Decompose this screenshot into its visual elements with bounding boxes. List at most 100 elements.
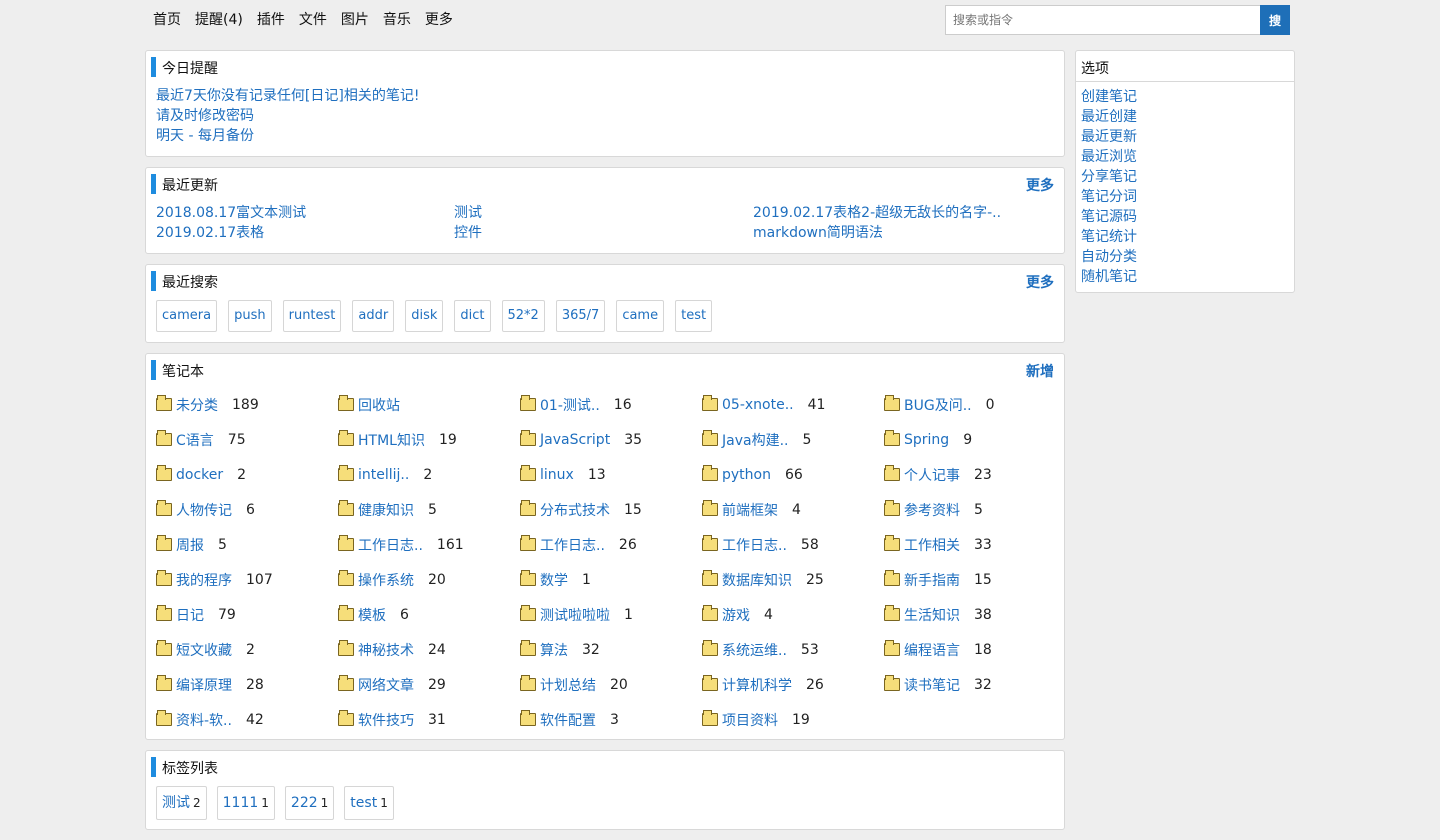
- notebook-link[interactable]: 读书笔记: [904, 675, 960, 695]
- notebook-link[interactable]: 周报: [176, 535, 204, 555]
- notebook-link[interactable]: 项目资料: [722, 710, 778, 730]
- notebook-link[interactable]: C语言: [176, 430, 214, 450]
- notebook-link[interactable]: 操作系统: [358, 570, 414, 590]
- option-note-tokenize[interactable]: 笔记分词: [1081, 187, 1289, 207]
- notebook-link[interactable]: 编程语言: [904, 640, 960, 660]
- search-term-chip[interactable]: disk: [405, 300, 444, 332]
- search-input[interactable]: [945, 5, 1260, 35]
- notebook-link[interactable]: 05-xnote..: [722, 397, 794, 413]
- option-create-note[interactable]: 创建笔记: [1081, 87, 1289, 107]
- search-term-chip[interactable]: 365/7: [555, 300, 606, 332]
- nav-reminders[interactable]: 提醒(4): [195, 9, 243, 29]
- notebook-link[interactable]: python: [722, 467, 771, 483]
- recent-note-link[interactable]: markdown简明语法: [753, 223, 1053, 243]
- recent-note-link[interactable]: 2018.08.17富文本测试: [156, 203, 454, 223]
- notebook-item: Spring 9: [884, 422, 1066, 457]
- option-share-note[interactable]: 分享笔记: [1081, 167, 1289, 187]
- recent-note-link[interactable]: 2019.02.17表格2-超级无敌长的名字-..: [753, 203, 1053, 223]
- option-recent-created[interactable]: 最近创建: [1081, 107, 1289, 127]
- option-note-source[interactable]: 笔记源码: [1081, 207, 1289, 227]
- reminder-item[interactable]: 明天 - 每月备份: [156, 126, 1054, 146]
- tag-chip[interactable]: test 1: [344, 786, 394, 820]
- notebook-link[interactable]: 我的程序: [176, 570, 232, 590]
- search-term-chip[interactable]: came: [616, 300, 665, 332]
- notebook-link[interactable]: Java构建..: [722, 430, 788, 450]
- notebook-link[interactable]: 工作日志..: [722, 535, 787, 555]
- notebook-link[interactable]: 数据库知识: [722, 570, 792, 590]
- notebook-link[interactable]: 分布式技术: [540, 500, 610, 520]
- tag-chip[interactable]: 1111 1: [216, 786, 275, 820]
- notebook-link[interactable]: 模板: [358, 605, 386, 625]
- option-random-note[interactable]: 随机笔记: [1081, 267, 1289, 287]
- notebook-link[interactable]: 资料-软..: [176, 710, 232, 730]
- search-term-chip[interactable]: dict: [454, 300, 491, 332]
- notebook-link[interactable]: docker: [176, 467, 223, 483]
- notebook-link[interactable]: 短文收藏: [176, 640, 232, 660]
- nav-plugins[interactable]: 插件: [257, 9, 285, 29]
- folder-icon: [156, 465, 172, 481]
- search-term-chip[interactable]: addr: [352, 300, 395, 332]
- notebook-count: 38: [974, 606, 992, 623]
- search-term-chip[interactable]: 52*2: [501, 300, 545, 332]
- tag-chip[interactable]: 测试 2: [156, 786, 207, 820]
- notebook-link[interactable]: JavaScript: [540, 432, 610, 448]
- notebook-link[interactable]: 参考资料: [904, 500, 960, 520]
- notebook-link[interactable]: 回收站: [358, 395, 400, 415]
- notebook-link[interactable]: 01-测试..: [540, 395, 600, 415]
- option-note-stats[interactable]: 笔记统计: [1081, 227, 1289, 247]
- search-button[interactable]: 搜: [1260, 5, 1290, 35]
- reminder-item[interactable]: 最近7天你没有记录任何[日记]相关的笔记!: [156, 86, 1054, 106]
- nav-home[interactable]: 首页: [153, 9, 181, 29]
- notebook-link[interactable]: 新手指南: [904, 570, 960, 590]
- folder-icon: [156, 500, 172, 516]
- notebook-link[interactable]: 编译原理: [176, 675, 232, 695]
- notebook-link[interactable]: 网络文章: [358, 675, 414, 695]
- recent-note-link[interactable]: 测试: [454, 203, 753, 223]
- notebook-link[interactable]: 神秘技术: [358, 640, 414, 660]
- search-term-chip[interactable]: runtest: [282, 300, 342, 332]
- recent-updates-more-link[interactable]: 更多: [1026, 175, 1054, 195]
- notebook-link[interactable]: 测试啦啦啦: [540, 605, 610, 625]
- notebook-link[interactable]: 软件配置: [540, 710, 596, 730]
- add-notebook-link[interactable]: 新增: [1026, 361, 1054, 381]
- tag-chip[interactable]: 222 1: [284, 786, 335, 820]
- notebook-link[interactable]: 工作日志..: [358, 535, 423, 555]
- notebook-link[interactable]: 个人记事: [904, 465, 960, 485]
- notebook-count: 42: [245, 711, 264, 728]
- notebook-link[interactable]: 人物传记: [176, 500, 232, 520]
- recent-note-link[interactable]: 控件: [454, 223, 753, 243]
- notebook-link[interactable]: 工作日志..: [540, 535, 605, 555]
- nav-files[interactable]: 文件: [299, 9, 327, 29]
- recent-search-more-link[interactable]: 更多: [1026, 272, 1054, 292]
- notebook-link[interactable]: 计算机科学: [722, 675, 792, 695]
- search-term-chip[interactable]: test: [675, 300, 713, 332]
- reminder-item[interactable]: 请及时修改密码: [156, 106, 1054, 126]
- notebook-link[interactable]: 工作相关: [904, 535, 960, 555]
- notebook-link[interactable]: 前端框架: [722, 500, 778, 520]
- notebook-link[interactable]: 未分类: [176, 395, 218, 415]
- recent-note-link[interactable]: 2019.02.17表格: [156, 223, 454, 243]
- option-recent-viewed[interactable]: 最近浏览: [1081, 147, 1289, 167]
- search-term-chip[interactable]: push: [228, 300, 272, 332]
- notebook-link[interactable]: HTML知识: [358, 430, 425, 450]
- notebook-link[interactable]: 软件技巧: [358, 710, 414, 730]
- notebook-link[interactable]: 数学: [540, 570, 568, 590]
- notebook-link[interactable]: BUG及问..: [904, 395, 972, 415]
- notebook-link[interactable]: 系统运维..: [722, 640, 787, 660]
- notebook-link[interactable]: 健康知识: [358, 500, 414, 520]
- notebook-link[interactable]: 日记: [176, 605, 204, 625]
- nav-music[interactable]: 音乐: [383, 9, 411, 29]
- notebook-link[interactable]: 计划总结: [540, 675, 596, 695]
- notebook-link[interactable]: Spring: [904, 432, 949, 448]
- section-marker: [151, 57, 156, 77]
- notebook-link[interactable]: 算法: [540, 640, 568, 660]
- notebook-link[interactable]: 生活知识: [904, 605, 960, 625]
- notebook-link[interactable]: 游戏: [722, 605, 750, 625]
- option-auto-classify[interactable]: 自动分类: [1081, 247, 1289, 267]
- option-recent-updated[interactable]: 最近更新: [1081, 127, 1289, 147]
- notebook-link[interactable]: intellij..: [358, 467, 409, 483]
- nav-images[interactable]: 图片: [341, 9, 369, 29]
- search-term-chip[interactable]: camera: [156, 300, 218, 332]
- notebook-link[interactable]: linux: [540, 467, 574, 483]
- nav-more[interactable]: 更多: [425, 9, 453, 29]
